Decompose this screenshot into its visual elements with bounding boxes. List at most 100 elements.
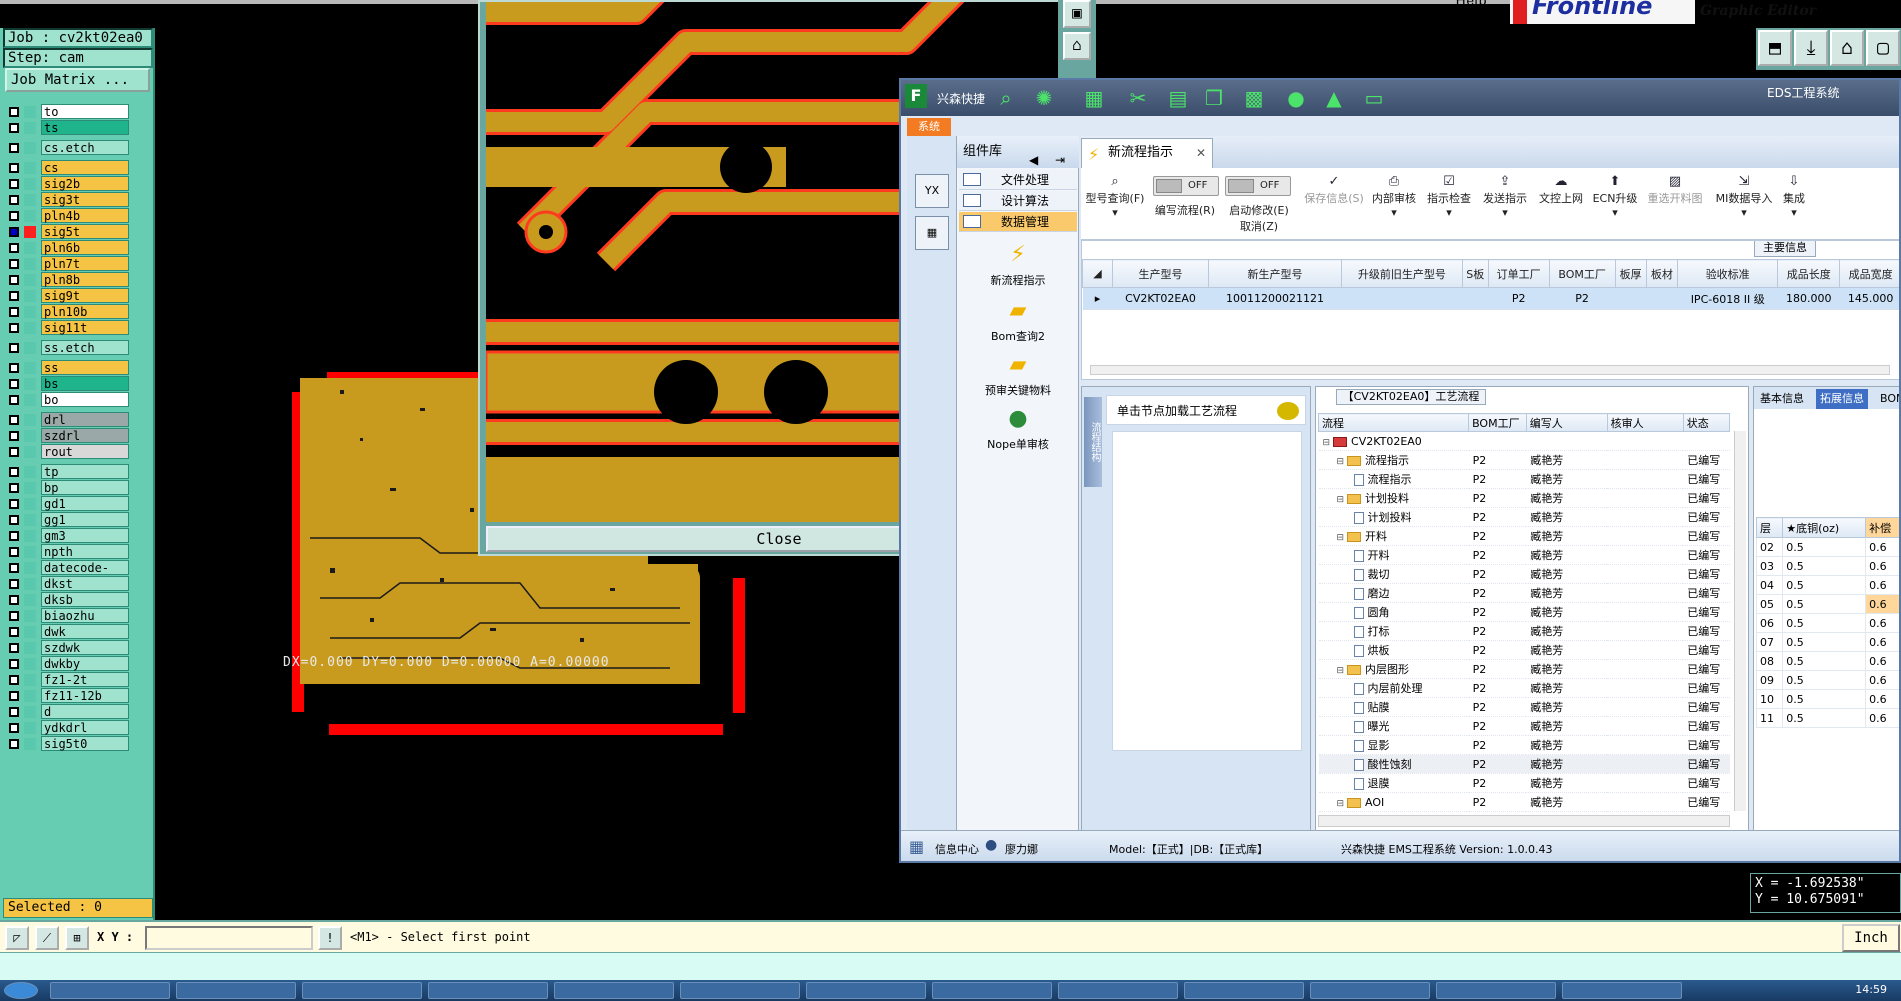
layer-name[interactable]: dwk [41, 624, 129, 639]
layer-color-swatch[interactable] [24, 258, 36, 270]
layer-name[interactable]: biaozhu [41, 608, 129, 623]
grid-menu-icon[interactable]: ▦ [909, 837, 924, 856]
layer-checkbox[interactable] [9, 547, 19, 557]
layer-row[interactable]: npth [7, 544, 129, 559]
taskbar-item[interactable] [1562, 982, 1682, 999]
tab-new-flow[interactable]: ⚡ 新流程指示 ✕ [1081, 138, 1213, 168]
save-info-button[interactable]: ✓ 保存信息(S) [1303, 174, 1365, 206]
layer-checkbox[interactable] [9, 379, 19, 389]
layer-row[interactable]: datecode-pth [7, 560, 129, 589]
monitor-icon[interactable]: ▭ [1361, 86, 1387, 110]
expand-collapse-icon[interactable]: ⊟ [1337, 799, 1345, 809]
layer-row[interactable]: dwk [7, 624, 129, 639]
layer-name[interactable]: dksb [41, 592, 129, 607]
ecn-upgrade-button[interactable]: ⬆ ECN升级 ▾ [1589, 174, 1641, 219]
layer-color-swatch[interactable] [24, 706, 36, 718]
layer-checkbox[interactable] [9, 627, 19, 637]
layer-checkbox[interactable] [9, 307, 19, 317]
layer-color-swatch[interactable] [24, 274, 36, 286]
table-row[interactable]: 02 0.5 0.6 [1755, 537, 1899, 557]
layer-checkbox[interactable] [9, 691, 19, 701]
table-row[interactable]: 08 0.5 0.6 [1755, 651, 1899, 671]
layer-color-swatch[interactable] [24, 562, 36, 574]
info-center-link[interactable]: 信息中心 [935, 841, 979, 857]
layer-row[interactable]: ts [7, 120, 129, 135]
tree-row[interactable]: 酸性蚀刻 P2 臧艳芳 已编写 [1318, 754, 1730, 774]
window-icon[interactable]: ▢ [1866, 30, 1900, 66]
layer-row[interactable]: bo [7, 392, 129, 407]
layer-table-cell[interactable]: 0.5 [1782, 613, 1867, 633]
layer-color-swatch[interactable] [24, 394, 36, 406]
layer-table-cell[interactable]: 04 [1755, 575, 1784, 595]
job-matrix-button[interactable]: Job Matrix ... [5, 68, 150, 92]
layer-color-swatch[interactable] [24, 722, 36, 734]
layer-checkbox[interactable] [9, 123, 19, 133]
layer-table-header[interactable]: ★底铜(oz) [1782, 517, 1867, 538]
reselect-cut-chart-button[interactable]: ▨ 重选开料图 [1641, 174, 1709, 206]
layer-checkbox[interactable] [9, 179, 19, 189]
tree-row[interactable]: ⊟ 流程指示 P2 臧艳芳 已编写 [1318, 450, 1730, 470]
taskbar-item[interactable] [176, 982, 296, 999]
layer-row[interactable]: bp [7, 480, 129, 495]
layer-color-swatch[interactable] [24, 498, 36, 510]
layer-color-swatch[interactable] [24, 322, 36, 334]
taskbar-item[interactable] [1184, 982, 1304, 999]
layer-table-cell[interactable]: 0.6 [1865, 670, 1899, 690]
layer-checkbox[interactable] [9, 467, 19, 477]
layer-name[interactable]: rout [41, 444, 129, 459]
layer-row[interactable]: gd1 [7, 496, 129, 511]
layer-checkbox[interactable] [9, 611, 19, 621]
layer-name[interactable]: tp [41, 464, 129, 479]
expand-collapse-icon[interactable]: ⊟ [1337, 666, 1345, 676]
layer-table-cell[interactable]: 0.5 [1782, 594, 1867, 614]
layer-checkbox[interactable] [9, 675, 19, 685]
layer-table-cell[interactable]: 0.6 [1865, 594, 1899, 614]
layer-color-swatch[interactable] [24, 482, 36, 494]
grid-header[interactable]: 升级前旧生产型号 [1341, 259, 1463, 288]
copy-icon[interactable]: ❐ [1201, 86, 1227, 110]
tree-header[interactable]: 流程 [1317, 413, 1470, 432]
layer-name[interactable]: pln8b [41, 272, 129, 287]
layer-name[interactable]: dkst [41, 576, 129, 591]
layer-name[interactable]: sig3t [41, 192, 129, 207]
grid-header[interactable]: 生产型号 [1111, 259, 1210, 288]
table-row[interactable]: 04 0.5 0.6 [1755, 575, 1899, 595]
grid-cell[interactable]: 180.000 [1777, 287, 1840, 310]
tab-bom[interactable]: BOM [1876, 389, 1899, 409]
layer-color-swatch[interactable] [24, 626, 36, 638]
tree-row[interactable]: ⊟ 内层图形 P2 臧艳芳 已编写 [1318, 659, 1730, 679]
layer-row[interactable]: pln7t [7, 256, 129, 271]
layer-color-swatch[interactable] [24, 122, 36, 134]
layer-table-cell[interactable]: 10 [1755, 689, 1784, 709]
instruction-check-button[interactable]: ☑ 指示检查 ▾ [1421, 174, 1477, 219]
scissors-icon[interactable]: ✂ [1125, 86, 1151, 110]
chart-icon[interactable]: ▲ [1321, 86, 1347, 110]
measure-icon[interactable]: ⟋ [35, 926, 59, 950]
layer-checkbox[interactable] [9, 739, 19, 749]
layer-row[interactable]: szdrl [7, 428, 129, 443]
tree-row[interactable]: 显影 P2 臧艳芳 已编写 [1318, 735, 1730, 755]
layer-color-swatch[interactable] [24, 106, 36, 118]
layer-color-swatch[interactable] [24, 162, 36, 174]
tree-row[interactable]: ⊟ AOI P2 臧艳芳 已编写 [1318, 792, 1730, 812]
layer-row[interactable]: cs [7, 160, 129, 175]
layer-row[interactable]: d [7, 704, 129, 719]
integrate-button[interactable]: ⇩ 集成 ▾ [1777, 174, 1811, 219]
layer-table-cell[interactable]: 0.6 [1865, 689, 1899, 709]
layer-color-swatch[interactable] [24, 674, 36, 686]
tree-row[interactable]: ⊟ CV2KT02EA0 [1318, 431, 1730, 451]
layer-checkbox[interactable] [9, 483, 19, 493]
grid-cell[interactable] [1462, 287, 1489, 310]
layer-table-cell[interactable]: 0.5 [1782, 575, 1867, 595]
grid-cell[interactable]: P2 [1488, 287, 1550, 310]
layer-name[interactable]: gg1 [41, 512, 129, 527]
layer-row[interactable]: to [7, 104, 129, 119]
model-query-button[interactable]: ⌕ 型号查询(F) ▾ [1085, 174, 1145, 219]
home-icon[interactable]: ⌂ [1830, 30, 1864, 66]
layer-color-swatch[interactable] [24, 242, 36, 254]
save-icon[interactable]: ⬒ [1758, 30, 1792, 66]
layer-color-swatch[interactable] [24, 546, 36, 558]
layer-color-swatch[interactable] [24, 530, 36, 542]
tree-row[interactable]: 退膜 P2 臧艳芳 已编写 [1318, 773, 1730, 793]
zoom-fit-icon[interactable]: ▣ [1063, 0, 1091, 28]
